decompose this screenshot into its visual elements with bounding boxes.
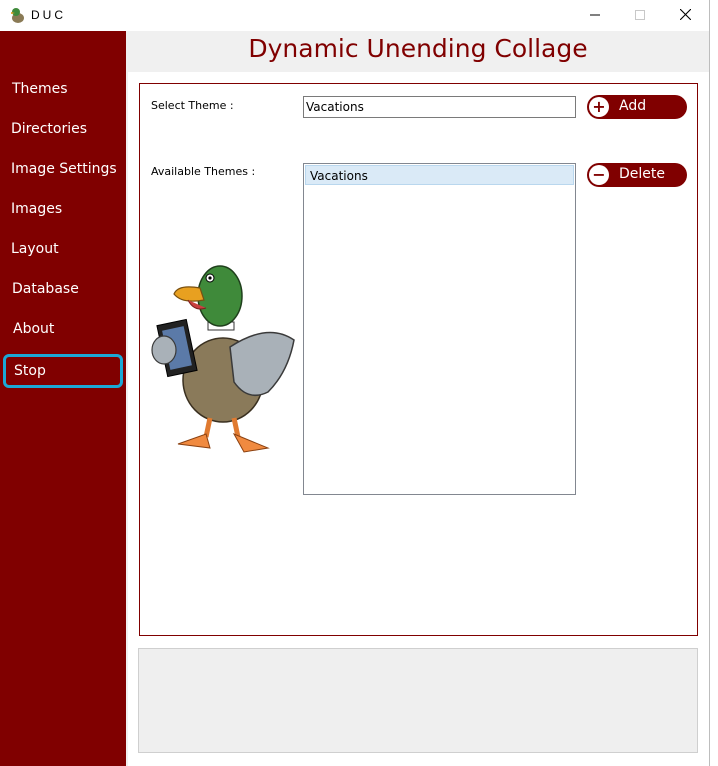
sidebar-item-themes[interactable]: Themes — [12, 81, 68, 97]
minus-icon: − — [589, 165, 609, 185]
available-themes-label: Available Themes : — [151, 165, 256, 178]
add-button-label: Add — [619, 98, 647, 114]
add-button[interactable]: + Add — [587, 95, 687, 119]
sidebar: Themes Directories Image Settings Images… — [0, 31, 126, 766]
app-window: DUC Themes Directories Image Settings Im… — [0, 0, 710, 766]
sidebar-item-directories[interactable]: Directories — [11, 121, 87, 137]
close-button[interactable] — [662, 0, 708, 31]
minimize-button[interactable] — [572, 0, 618, 31]
delete-button[interactable]: − Delete — [587, 163, 687, 187]
select-theme-label: Select Theme : — [151, 99, 234, 112]
sidebar-item-database[interactable]: Database — [12, 281, 79, 297]
page-title: Dynamic Unending Collage — [248, 34, 588, 63]
sidebar-item-label: Stop — [14, 363, 46, 379]
sidebar-item-layout[interactable]: Layout — [11, 241, 59, 257]
close-icon — [679, 7, 691, 25]
maximize-button[interactable] — [617, 0, 663, 31]
sidebar-item-image-settings[interactable]: Image Settings — [11, 161, 117, 177]
title-bar[interactable]: DUC — [0, 0, 709, 31]
plus-icon: + — [589, 97, 609, 117]
list-item[interactable]: Vacations — [305, 165, 574, 185]
sidebar-item-stop[interactable]: Stop — [3, 354, 123, 388]
available-themes-list[interactable]: Vacations — [303, 163, 576, 495]
window-title: DUC — [31, 8, 66, 22]
status-area — [138, 648, 698, 753]
minimize-icon — [590, 7, 600, 25]
duck-mascot-icon — [148, 252, 298, 464]
select-theme-input[interactable]: Vacations — [303, 96, 576, 118]
sidebar-item-about[interactable]: About — [13, 321, 54, 337]
delete-button-label: Delete — [619, 166, 665, 182]
duck-logo-icon — [8, 6, 26, 24]
maximize-icon — [635, 7, 645, 25]
sidebar-item-images[interactable]: Images — [11, 201, 62, 217]
